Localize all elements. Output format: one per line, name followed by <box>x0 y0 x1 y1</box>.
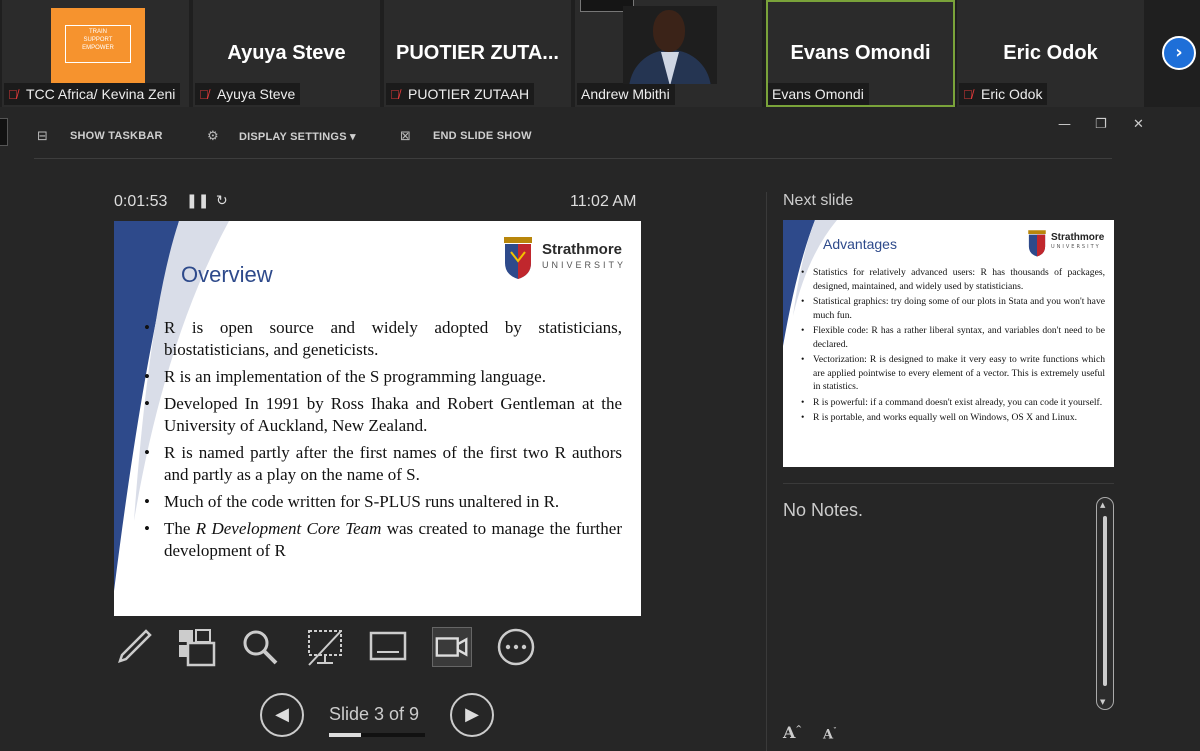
end-slide-show-button[interactable]: END SLIDE SHOW <box>433 130 532 142</box>
slide-bullet: R is an implementation of the S programm… <box>144 366 622 388</box>
participant-strip: TRAIN SUPPORT EMPOWER 🎙̸ TCC Africa/ Kevi… <box>0 0 1200 107</box>
mic-muted-icon: 🎙̸ <box>963 87 973 102</box>
mic-muted-icon: 🎙̸ <box>390 87 400 102</box>
next-slide-button[interactable]: ▶ <box>450 693 494 737</box>
see-all-slides-icon[interactable] <box>176 627 216 667</box>
show-taskbar-button[interactable]: SHOW TASKBAR <box>70 130 163 142</box>
university-name: Strathmore <box>542 241 623 258</box>
logo-line: SUPPORT <box>83 37 113 43</box>
participant-video-andrew-mbithi <box>623 6 717 84</box>
restart-timer-icon[interactable]: ↻ <box>216 193 228 209</box>
participant-tile-eric-odok[interactable]: Eric Odok 🎙̸ Eric Odok <box>957 0 1144 107</box>
restore-icon[interactable]: ❐ <box>1095 117 1107 132</box>
participant-name-label: 🎙̸ PUOTIER ZUTAAH <box>386 83 535 105</box>
increase-font-icon[interactable]: A^ <box>783 723 802 742</box>
university-subtitle: UNIVERSITY <box>1051 244 1101 250</box>
participant-display-name: PUOTIER ZUTA... <box>396 42 559 64</box>
toolbar-divider <box>34 158 1112 159</box>
notes-scrollbar[interactable]: ▲ ▼ <box>1096 497 1114 710</box>
current-time: 11:02 AM <box>570 193 637 210</box>
participant-name-label: Andrew Mbithi <box>577 83 675 105</box>
more-options-icon[interactable] <box>496 627 536 667</box>
slide-bullet: R is named partly after the first names … <box>144 442 622 486</box>
panel-divider <box>766 192 767 751</box>
next-slide-label: Next slide <box>783 192 854 209</box>
triangle-right-icon: ▶ <box>465 704 479 725</box>
next-slide-bullet: Statistics for relatively advanced users… <box>799 266 1105 293</box>
participant-name-label: 🎙̸ Ayuya Steve <box>195 83 301 105</box>
participant-name: Evans Omondi <box>772 86 864 102</box>
slide-counter[interactable]: Slide 3 of 9 <box>329 704 419 725</box>
next-participants-arrow-icon[interactable]: › <box>1162 36 1196 70</box>
current-slide[interactable]: Overview Strathmore UNIVERSITY R is open… <box>114 221 641 616</box>
previous-slide-button[interactable]: ◀ <box>260 693 304 737</box>
slide-bullet: R is open source and widely adopted by s… <box>144 317 622 361</box>
subtitles-icon[interactable] <box>368 627 408 667</box>
slide-progress-bar <box>329 733 425 737</box>
slide-bullet: The R Development Core Team was created … <box>144 518 622 562</box>
next-slide-preview[interactable]: Advantages Strathmore UNIVERSITY Statist… <box>783 220 1114 467</box>
scroll-down-icon[interactable]: ▼ <box>1100 698 1105 706</box>
tcc-logo: TRAIN SUPPORT EMPOWER <box>51 8 145 84</box>
university-subtitle: UNIVERSITY <box>542 260 627 270</box>
participant-tile-puotier-zutaah[interactable]: PUOTIER ZUTA... 🎙̸ PUOTIER ZUTAAH <box>384 0 571 107</box>
triangle-left-icon: ◀ <box>275 704 289 725</box>
display-settings-icon: ⚙ <box>207 129 219 144</box>
participant-name-label: 🎙̸ Eric Odok <box>959 83 1048 105</box>
minimize-icon[interactable]: — <box>1058 117 1071 132</box>
black-screen-icon[interactable] <box>305 627 345 667</box>
end-slideshow-icon: ⊠ <box>400 129 411 144</box>
participant-name-label: 🎙̸ TCC Africa/ Kevina Zeni <box>4 83 181 105</box>
next-slide-bullet: Statistical graphics: try doing some of … <box>799 295 1105 322</box>
university-crest-icon <box>504 237 532 279</box>
logo-line: TRAIN <box>89 29 107 35</box>
pause-icon[interactable]: ❚❚ <box>186 193 209 209</box>
presenter-toolbar: ⊟ SHOW TASKBAR ⚙ DISPLAY SETTINGS ▾ ⊠ EN… <box>0 107 1200 163</box>
notes-divider <box>783 483 1114 484</box>
mic-muted-icon: 🎙̸ <box>8 87 18 102</box>
participant-tile-tcc-africa[interactable]: TRAIN SUPPORT EMPOWER 🎙̸ TCC Africa/ Kevi… <box>2 0 189 107</box>
participant-name: PUOTIER ZUTAAH <box>408 86 530 102</box>
scrollbar-thumb[interactable] <box>1103 516 1107 686</box>
pen-tool-icon[interactable] <box>114 627 154 667</box>
participant-display-name: Evans Omondi <box>790 42 931 64</box>
next-slide-bullet: Flexible code: R has a rather liberal sy… <box>799 324 1105 351</box>
participant-name-label: Evans Omondi <box>768 83 869 105</box>
university-crest-icon <box>1028 230 1046 257</box>
next-slide-bullet: R is powerful: if a command doesn't exis… <box>799 396 1105 410</box>
taskbar-icon: ⊟ <box>37 129 48 144</box>
next-slide-bullet: R is portable, and works equally well on… <box>799 411 1105 425</box>
mic-muted-icon: 🎙̸ <box>199 87 209 102</box>
close-icon[interactable]: ✕ <box>1133 117 1144 132</box>
elapsed-timer: 0:01:53 <box>114 193 168 210</box>
university-name: Strathmore <box>1051 232 1105 243</box>
slide-bullet-list: R is open source and widely adopted by s… <box>144 317 622 567</box>
display-settings-button[interactable]: DISPLAY SETTINGS ▾ <box>239 130 356 143</box>
decrease-font-icon[interactable]: Aˇ <box>823 726 837 742</box>
participant-tile-evans-omondi[interactable]: Evans Omondi Evans Omondi <box>766 0 955 107</box>
bullet-text: The <box>164 519 196 538</box>
participant-name: TCC Africa/ Kevina Zeni <box>26 86 176 102</box>
participant-tile-ayuya-steve[interactable]: Ayuya Steve 🎙̸ Ayuya Steve <box>193 0 380 107</box>
participant-display-name: Eric Odok <box>1003 42 1098 64</box>
zoom-magnifier-icon[interactable] <box>240 627 280 667</box>
participant-name: Eric Odok <box>981 86 1043 102</box>
bullet-italic-text: R Development Core Team <box>195 519 382 538</box>
slide-title: Overview <box>181 262 273 287</box>
next-slide-title: Advantages <box>823 236 897 252</box>
participant-name: Ayuya Steve <box>217 86 296 102</box>
next-slide-bullet: Vectorization: R is designed to make it … <box>799 353 1105 394</box>
camera-toggle-icon[interactable] <box>432 627 472 667</box>
slide-bullet: Developed In 1991 by Ross Ihaka and Robe… <box>144 393 622 437</box>
slide-progress-fill <box>329 733 361 737</box>
participant-name: Andrew Mbithi <box>581 86 670 102</box>
slide-bullet: Much of the code written for S-PLUS runs… <box>144 491 622 513</box>
logo-line: EMPOWER <box>82 45 114 51</box>
speaker-notes[interactable]: No Notes. <box>783 500 863 521</box>
next-slide-bullet-list: Statistics for relatively advanced users… <box>799 266 1105 427</box>
scroll-up-icon[interactable]: ▲ <box>1100 501 1105 509</box>
participant-display-name: Ayuya Steve <box>227 42 346 64</box>
